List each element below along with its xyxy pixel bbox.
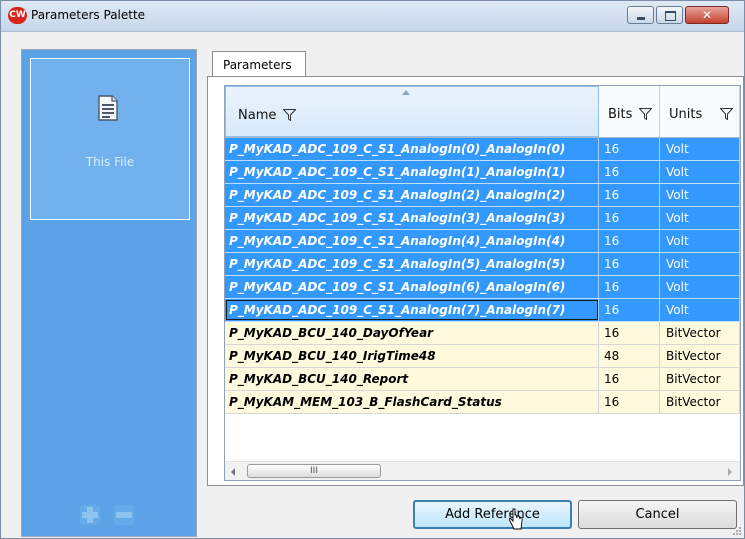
scroll-left-arrow-icon[interactable] [231, 468, 235, 476]
cell-name: P_MyKAD_BCU_140_DayOfYear [225, 322, 599, 344]
parameters-table: Name Bits Units P_MyKAD_ADC_109_C_S1_Ana… [224, 85, 741, 481]
column-header-units[interactable]: Units [660, 86, 740, 137]
cell-units: Volt [660, 207, 740, 229]
horizontal-scrollbar[interactable]: III [225, 461, 740, 480]
table-header: Name Bits Units [225, 86, 740, 138]
column-header-label: Units [669, 107, 703, 122]
sort-ascending-icon [402, 90, 410, 95]
cell-bits: 16 [599, 322, 660, 344]
source-list-panel: This File [21, 49, 197, 537]
cell-name: P_MyKAD_ADC_109_C_S1_AnalogIn(7)_AnalogI… [225, 299, 599, 321]
table-row[interactable]: P_MyKAD_ADC_109_C_S1_AnalogIn(2)_AnalogI… [225, 184, 740, 207]
cell-name: P_MyKAD_ADC_109_C_S1_AnalogIn(5)_AnalogI… [225, 253, 599, 275]
cell-units: Volt [660, 276, 740, 298]
cell-units: Volt [660, 138, 740, 160]
resize-grip-icon[interactable] [732, 526, 742, 536]
table-row[interactable]: P_MyKAD_BCU_140_IrigTime48 48 BitVector [225, 345, 740, 368]
table-row[interactable]: P_MyKAD_ADC_109_C_S1_AnalogIn(1)_AnalogI… [225, 161, 740, 184]
cell-bits: 16 [599, 391, 660, 413]
cell-name: P_MyKAD_ADC_109_C_S1_AnalogIn(0)_AnalogI… [225, 138, 599, 160]
filter-icon[interactable] [639, 108, 652, 120]
table-row[interactable]: P_MyKAD_ADC_109_C_S1_AnalogIn(3)_AnalogI… [225, 207, 740, 230]
cell-bits: 16 [599, 230, 660, 252]
scroll-right-arrow-icon[interactable] [728, 468, 732, 476]
cell-units: Volt [660, 161, 740, 183]
filter-icon[interactable] [283, 109, 296, 121]
cell-bits: 16 [599, 138, 660, 160]
cell-units: Volt [660, 253, 740, 275]
table-row[interactable]: P_MyKAM_MEM_103_B_FlashCard_Status 16 BitV… [225, 391, 740, 414]
document-icon [98, 95, 118, 121]
column-header-bits[interactable]: Bits [599, 86, 660, 137]
cell-units: BitVector [660, 322, 740, 344]
cell-units: Volt [660, 184, 740, 206]
column-header-name[interactable]: Name [225, 86, 599, 137]
table-body: P_MyKAD_ADC_109_C_S1_AnalogIn(0)_AnalogI… [225, 138, 740, 414]
app-logo-icon: CW [8, 7, 27, 24]
mouse-pointer-icon [509, 508, 523, 530]
source-item-label: This File [85, 155, 135, 169]
cell-name: P_MyKAD_BCU_140_IrigTime48 [225, 345, 599, 367]
cell-bits: 16 [599, 207, 660, 229]
minus-icon[interactable] [114, 505, 134, 525]
table-row[interactable]: P_MyKAD_ADC_109_C_S1_AnalogIn(4)_AnalogI… [225, 230, 740, 253]
cell-units: BitVector [660, 368, 740, 390]
table-row[interactable]: P_MyKAD_BCU_140_DayOfYear 16 BitVector [225, 322, 740, 345]
cell-bits: 16 [599, 299, 660, 321]
table-row[interactable]: P_MyKAD_BCU_140_Report 16 BitVector [225, 368, 740, 391]
minimize-button[interactable] [627, 6, 654, 24]
cell-name: P_MyKAM_MEM_103_B_FlashCard_Status [225, 391, 599, 413]
table-row[interactable]: P_MyKAD_ADC_109_C_S1_AnalogIn(5)_AnalogI… [225, 253, 740, 276]
cell-units: BitVector [660, 345, 740, 367]
parameters-tab-panel: Name Bits Units P_MyKAD_ADC_109_C_S1_Ana… [207, 76, 744, 486]
title-bar[interactable]: CW Parameters Palette ✕ [1, 1, 744, 32]
parameters-palette-window: CW Parameters Palette ✕ This File Parame… [0, 0, 745, 539]
cell-bits: 16 [599, 368, 660, 390]
column-header-label: Bits [608, 107, 633, 122]
scrollbar-thumb[interactable]: III [247, 464, 381, 478]
table-row[interactable]: P_MyKAD_ADC_109_C_S1_AnalogIn(0)_AnalogI… [225, 138, 740, 161]
plus-icon[interactable] [80, 505, 100, 525]
table-row[interactable]: P_MyKAD_ADC_109_C_S1_AnalogIn(7)_AnalogI… [225, 299, 740, 322]
maximize-button[interactable] [656, 6, 683, 24]
cell-name: P_MyKAD_ADC_109_C_S1_AnalogIn(2)_AnalogI… [225, 184, 599, 206]
cell-bits: 16 [599, 161, 660, 183]
filter-icon[interactable] [720, 108, 733, 120]
cell-name: P_MyKAD_ADC_109_C_S1_AnalogIn(3)_AnalogI… [225, 207, 599, 229]
cell-name: P_MyKAD_ADC_109_C_S1_AnalogIn(6)_AnalogI… [225, 276, 599, 298]
source-item-this-file[interactable]: This File [30, 58, 190, 220]
close-button[interactable]: ✕ [685, 6, 729, 24]
cell-bits: 16 [599, 276, 660, 298]
cell-name: P_MyKAD_BCU_140_Report [225, 368, 599, 390]
cell-bits: 48 [599, 345, 660, 367]
column-header-label: Name [238, 108, 277, 123]
cell-bits: 16 [599, 184, 660, 206]
window-title: Parameters Palette [31, 8, 146, 22]
table-row[interactable]: P_MyKAD_ADC_109_C_S1_AnalogIn(6)_AnalogI… [225, 276, 740, 299]
cell-units: BitVector [660, 391, 740, 413]
cell-name: P_MyKAD_ADC_109_C_S1_AnalogIn(1)_AnalogI… [225, 161, 599, 183]
cell-units: Volt [660, 299, 740, 321]
add-reference-button[interactable]: Add Reference [413, 500, 572, 529]
cell-bits: 16 [599, 253, 660, 275]
cell-name: P_MyKAD_ADC_109_C_S1_AnalogIn(4)_AnalogI… [225, 230, 599, 252]
cell-units: Volt [660, 230, 740, 252]
cancel-button[interactable]: Cancel [578, 500, 737, 529]
tab-parameters[interactable]: Parameters [212, 51, 306, 77]
